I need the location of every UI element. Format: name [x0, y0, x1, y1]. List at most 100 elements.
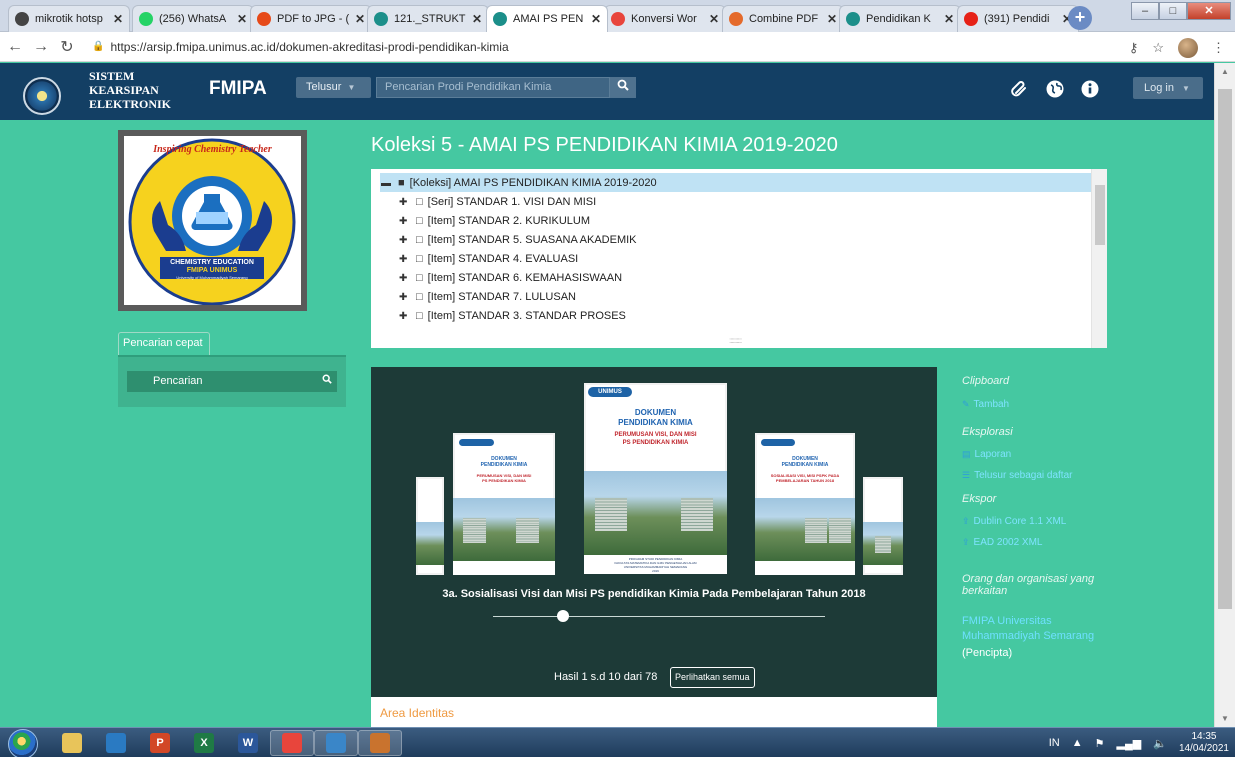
- signal-icon[interactable]: ▂▄▆: [1117, 737, 1142, 750]
- carousel-slider-handle[interactable]: [556, 610, 569, 622]
- tree-node[interactable]: ✚ □ [Item] STANDAR 5. SUASANA AKADEMIK: [399, 231, 637, 249]
- forward-icon[interactable]: →: [30, 38, 52, 56]
- network-flag-icon[interactable]: ⚑: [1095, 737, 1105, 750]
- browser-tab[interactable]: PDF to JPG - (✕: [250, 5, 372, 32]
- info-icon[interactable]: [1078, 77, 1102, 101]
- carousel-cover-far-right[interactable]: [863, 477, 903, 575]
- tree-node[interactable]: ✚ □ [Seri] STANDAR 1. VISI DAN MISI: [399, 193, 596, 211]
- tab-close-icon[interactable]: ✕: [591, 12, 601, 26]
- browser-tab[interactable]: 121._STRUKTU ✕: [367, 5, 489, 32]
- taskbar-app-button[interactable]: [50, 730, 94, 756]
- taskbar-app-button[interactable]: P: [138, 730, 182, 756]
- globe-icon[interactable]: [1043, 77, 1067, 101]
- menu-icon[interactable]: ⋮: [1212, 40, 1225, 56]
- browse-as-list-link[interactable]: ☰ Telusur sebagai daftar: [962, 470, 1072, 481]
- carousel-cover-left[interactable]: DOKUMEN PENDIDIKAN KIMIA PERUMUSAN VISI,…: [453, 433, 555, 575]
- tree-expand-icon[interactable]: ✚: [399, 254, 411, 265]
- profile-avatar[interactable]: [1178, 38, 1198, 58]
- taskbar-app-button[interactable]: W: [226, 730, 270, 756]
- scroll-up-icon[interactable]: ▲: [1215, 67, 1235, 76]
- clock[interactable]: 14:35 14/04/2021: [1179, 731, 1229, 755]
- tree-expand-icon[interactable]: ✚: [399, 311, 411, 322]
- close-window-button[interactable]: ✕: [1187, 2, 1231, 20]
- tree-node[interactable]: ✚ □ [Item] STANDAR 7. LULUSAN: [399, 288, 576, 306]
- taskbar-app-button[interactable]: X: [182, 730, 226, 756]
- tree-collapse-icon[interactable]: ▬: [381, 178, 393, 189]
- tree-expand-icon[interactable]: ✚: [399, 292, 411, 303]
- browser-tab[interactable]: (391) Pendidi ✕: [957, 5, 1079, 32]
- taskbar-app-button[interactable]: [94, 730, 138, 756]
- resize-grip-icon[interactable]: ::::::::::: [729, 336, 742, 345]
- header-search-input[interactable]: Pencarian Prodi Pendidikan Kimia: [376, 77, 610, 98]
- quick-search-input[interactable]: Pencarian: [127, 371, 317, 392]
- tab-close-icon[interactable]: ✕: [237, 12, 247, 26]
- reload-icon[interactable]: ↻: [56, 37, 78, 57]
- minimize-button[interactable]: –: [1131, 2, 1159, 20]
- reports-link[interactable]: ▤ Laporan: [962, 449, 1011, 460]
- identity-area-heading[interactable]: Area Identitas: [371, 697, 937, 727]
- export-ead-link[interactable]: ⇪ EAD 2002 XML: [962, 537, 1042, 548]
- start-button[interactable]: [8, 729, 38, 757]
- new-tab-button[interactable]: +: [1068, 6, 1092, 30]
- language-indicator[interactable]: IN: [1049, 737, 1060, 749]
- carousel-slider-track[interactable]: [493, 616, 825, 617]
- scrollbar-thumb[interactable]: [1218, 89, 1232, 609]
- page-scrollbar[interactable]: ▲ ▼: [1214, 63, 1235, 727]
- lock-icon: 🔒: [92, 41, 105, 52]
- carousel-cover-far-left[interactable]: [416, 477, 444, 575]
- back-icon[interactable]: ←: [4, 38, 26, 56]
- maximize-button[interactable]: □: [1159, 2, 1187, 20]
- tree-node[interactable]: ✚ □ [Item] STANDAR 2. KURIKULUM: [399, 212, 590, 230]
- carousel-cover-right[interactable]: DOKUMEN PENDIDIKAN KIMIA SOSIALISASI VIS…: [755, 433, 855, 575]
- quick-search-button[interactable]: [317, 371, 337, 392]
- browser-tab[interactable]: Combine PDF ✕: [722, 5, 844, 32]
- url-field[interactable]: 🔒 https://arsip.fmipa.unimus.ac.id/dokum…: [92, 40, 509, 54]
- tree-scrollbar[interactable]: [1091, 169, 1107, 348]
- related-org-link[interactable]: FMIPA Universitas Muhammadiyah Semarang: [962, 614, 1094, 644]
- taskbar-app-button[interactable]: [270, 730, 314, 756]
- tray-expand-icon[interactable]: ▲: [1072, 737, 1083, 749]
- browser-tab[interactable]: Konversi Wor ✕: [604, 5, 726, 32]
- system-name[interactable]: SISTEM KEARSIPAN ELEKTRONIK: [89, 69, 171, 111]
- tree-node[interactable]: ✚ □ [Item] STANDAR 6. KEMAHASISWAAN: [399, 269, 622, 287]
- taskbar-app-button[interactable]: [314, 730, 358, 756]
- tree-scrollbar-thumb[interactable]: [1095, 185, 1105, 245]
- browser-tab[interactable]: Pendidikan K ✕: [839, 5, 961, 32]
- brand-title[interactable]: FMIPA: [209, 78, 267, 100]
- browser-tab[interactable]: (256) WhatsA ✕: [132, 5, 254, 32]
- login-dropdown[interactable]: Log in ▼: [1133, 77, 1203, 99]
- scroll-down-icon[interactable]: ▼: [1215, 714, 1235, 723]
- tab-close-icon[interactable]: ✕: [355, 12, 365, 26]
- tab-close-icon[interactable]: ✕: [472, 12, 482, 26]
- tree-root-node[interactable]: ▬ ■ [Koleksi] AMAI PS PENDIDIKAN KIMIA 201…: [381, 174, 657, 192]
- tree-expand-icon[interactable]: ✚: [399, 216, 411, 227]
- tree-expand-icon[interactable]: ✚: [399, 197, 411, 208]
- volume-icon[interactable]: 🔈: [1153, 737, 1167, 750]
- repository-logo[interactable]: Inspiring Chemistry Teacher CHEMISTRY ED…: [118, 130, 307, 311]
- tree-node[interactable]: ✚ □ [Item] STANDAR 3. STANDAR PROSES: [399, 307, 626, 325]
- carousel-caption[interactable]: 3a. Sosialisasi Visi dan Misi PS pendidi…: [371, 588, 937, 600]
- taskbar-app-button[interactable]: [358, 730, 402, 756]
- search-button[interactable]: [610, 77, 636, 98]
- show-all-button[interactable]: Perlihatkan semua: [670, 667, 755, 688]
- quick-search-tab[interactable]: Pencarian cepat: [118, 332, 210, 355]
- clipboard-add-link[interactable]: ✎ Tambah: [962, 399, 1009, 410]
- tree-node[interactable]: ✚ □ [Item] STANDAR 4. EVALUASI: [399, 250, 578, 268]
- site-logo[interactable]: [23, 77, 61, 115]
- clipboard-paperclip-icon[interactable]: [1008, 77, 1032, 101]
- browse-dropdown[interactable]: Telusur ▼: [296, 77, 371, 98]
- carousel-cover-center[interactable]: UNIMUS DOKUMEN PENDIDIKAN KIMIA PERUMUSA…: [584, 383, 727, 574]
- export-dublin-core-link[interactable]: ⇪ Dublin Core 1.1 XML: [962, 516, 1066, 527]
- star-icon[interactable]: ☆: [1152, 40, 1164, 56]
- tab-close-icon[interactable]: ✕: [827, 12, 837, 26]
- key-icon[interactable]: ⚷: [1129, 40, 1139, 56]
- tree-expand-icon[interactable]: ✚: [399, 235, 411, 246]
- tab-close-icon[interactable]: ✕: [113, 12, 123, 26]
- tree-expand-icon[interactable]: ✚: [399, 273, 411, 284]
- browser-tab-strip: mikrotik hotsp ✕ (256) WhatsA ✕ PDF to JPG -…: [0, 0, 1235, 32]
- browser-tab[interactable]: AMAI PS PEN ✕: [486, 5, 608, 32]
- browser-tab[interactable]: mikrotik hotsp ✕: [8, 5, 130, 32]
- tab-close-icon[interactable]: ✕: [944, 12, 954, 26]
- tree-node-label: [Item] STANDAR 7. LULUSAN: [427, 291, 576, 303]
- tab-close-icon[interactable]: ✕: [709, 12, 719, 26]
